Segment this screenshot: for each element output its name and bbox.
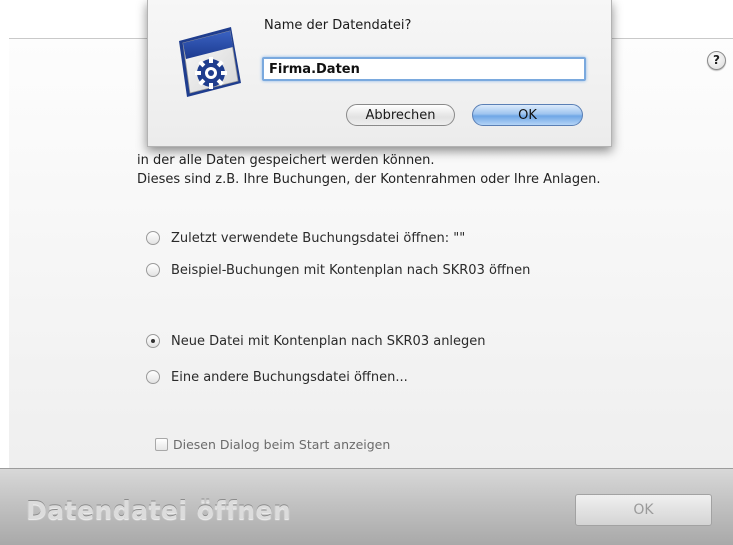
radio-last-used[interactable] xyxy=(146,231,160,245)
footer-title: Datendatei öffnen xyxy=(26,496,292,525)
startup-checkbox-label: Diesen Dialog beim Start anzeigen xyxy=(173,437,391,452)
filename-sheet-dialog: Name der Datendatei? Abbrechen OK xyxy=(147,0,612,147)
footer-bar: Datendatei öffnen OK xyxy=(0,468,733,545)
option-other-file[interactable]: Eine andere Buchungsdatei öffnen... xyxy=(146,368,408,386)
footer-ok-button[interactable]: OK xyxy=(575,494,712,526)
option-example-bookings-label: Beispiel-Buchungen mit Kontenplan nach S… xyxy=(171,262,531,278)
filename-input[interactable] xyxy=(262,57,586,81)
option-other-file-label: Eine andere Buchungsdatei öffnen... xyxy=(171,369,408,385)
option-last-used-label: Zuletzt verwendete Buchungsdatei öffnen:… xyxy=(171,230,466,246)
option-last-used[interactable]: Zuletzt verwendete Buchungsdatei öffnen:… xyxy=(146,229,465,247)
option-new-file[interactable]: Neue Datei mit Kontenplan nach SKR03 anl… xyxy=(146,332,486,350)
option-example-bookings[interactable]: Beispiel-Buchungen mit Kontenplan nach S… xyxy=(146,261,530,279)
ok-button[interactable]: OK xyxy=(472,104,583,126)
help-button[interactable]: ? xyxy=(707,51,726,70)
filename-prompt: Name der Datendatei? xyxy=(264,18,412,33)
intro-line-1: in der alle Daten gespeichert werden kön… xyxy=(137,153,435,168)
cancel-button[interactable]: Abbrechen xyxy=(346,104,455,126)
radio-example-bookings[interactable] xyxy=(146,263,160,277)
radio-new-file[interactable] xyxy=(146,334,160,348)
startup-dialog-toggle[interactable]: Diesen Dialog beim Start anzeigen xyxy=(155,437,390,452)
intro-line-2: Dieses sind z.B. Ihre Buchungen, der Kon… xyxy=(137,172,601,187)
option-new-file-label: Neue Datei mit Kontenplan nach SKR03 anl… xyxy=(171,333,486,349)
startup-checkbox[interactable] xyxy=(155,438,168,451)
gear-document-icon xyxy=(179,27,241,97)
radio-other-file[interactable] xyxy=(146,370,160,384)
